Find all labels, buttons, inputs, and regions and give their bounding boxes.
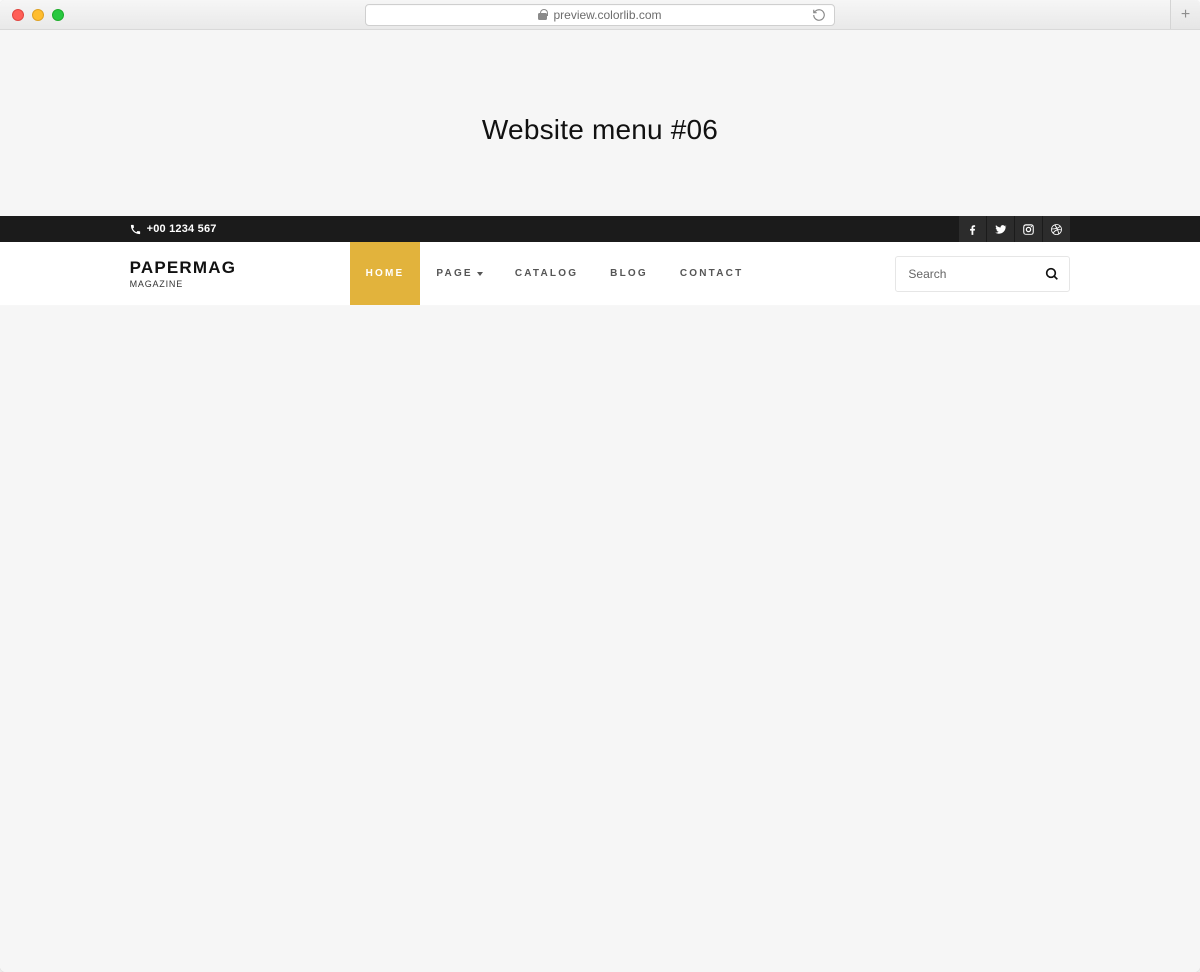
search-box — [895, 256, 1070, 292]
nav-label: CONTACT — [680, 268, 744, 279]
reload-icon[interactable] — [812, 8, 826, 22]
nav-label: PAGE — [436, 268, 472, 279]
search-area — [895, 242, 1070, 305]
nav-catalog[interactable]: CATALOG — [499, 242, 594, 305]
search-icon — [1044, 266, 1060, 282]
facebook-icon[interactable] — [959, 216, 986, 242]
page-title: Website menu #06 — [0, 30, 1200, 216]
window-controls — [12, 9, 64, 21]
window-zoom-button[interactable] — [52, 9, 64, 21]
topbar-phone[interactable]: +00 1234 567 — [130, 223, 217, 235]
phone-number: +00 1234 567 — [147, 223, 217, 235]
nav-label: HOME — [366, 268, 405, 279]
page-viewport: Website menu #06 +00 1234 567 — [0, 30, 1200, 972]
brand-title: PAPERMAG — [130, 258, 300, 278]
search-button[interactable] — [1041, 263, 1063, 285]
address-bar[interactable]: preview.colorlib.com — [365, 4, 835, 26]
nav-spacer — [759, 242, 895, 305]
brand-subtitle: MAGAZINE — [130, 279, 300, 289]
brand[interactable]: PAPERMAG MAGAZINE — [130, 242, 300, 305]
nav-blog[interactable]: BLOG — [594, 242, 664, 305]
window-close-button[interactable] — [12, 9, 24, 21]
nav-contact[interactable]: CONTACT — [664, 242, 760, 305]
browser-window: preview.colorlib.com + Website menu #06 … — [0, 0, 1200, 972]
new-tab-button[interactable]: + — [1170, 0, 1200, 29]
chevron-down-icon — [477, 272, 483, 276]
address-text: preview.colorlib.com — [553, 8, 661, 22]
social-links — [958, 216, 1070, 242]
dribbble-icon[interactable] — [1043, 216, 1070, 242]
browser-titlebar: preview.colorlib.com + — [0, 0, 1200, 30]
nav-menu: HOME PAGE CATALOG BLOG CONTACT — [350, 242, 760, 305]
nav-label: BLOG — [610, 268, 648, 279]
nav-page[interactable]: PAGE — [420, 242, 498, 305]
twitter-icon[interactable] — [987, 216, 1014, 242]
window-minimize-button[interactable] — [32, 9, 44, 21]
topbar: +00 1234 567 — [0, 216, 1200, 242]
lock-icon — [538, 9, 547, 20]
phone-icon — [130, 224, 141, 235]
nav-label: CATALOG — [515, 268, 578, 279]
navbar: PAPERMAG MAGAZINE HOME PAGE CATALOG BLOG — [0, 242, 1200, 306]
nav-home[interactable]: HOME — [350, 242, 421, 305]
instagram-icon[interactable] — [1015, 216, 1042, 242]
